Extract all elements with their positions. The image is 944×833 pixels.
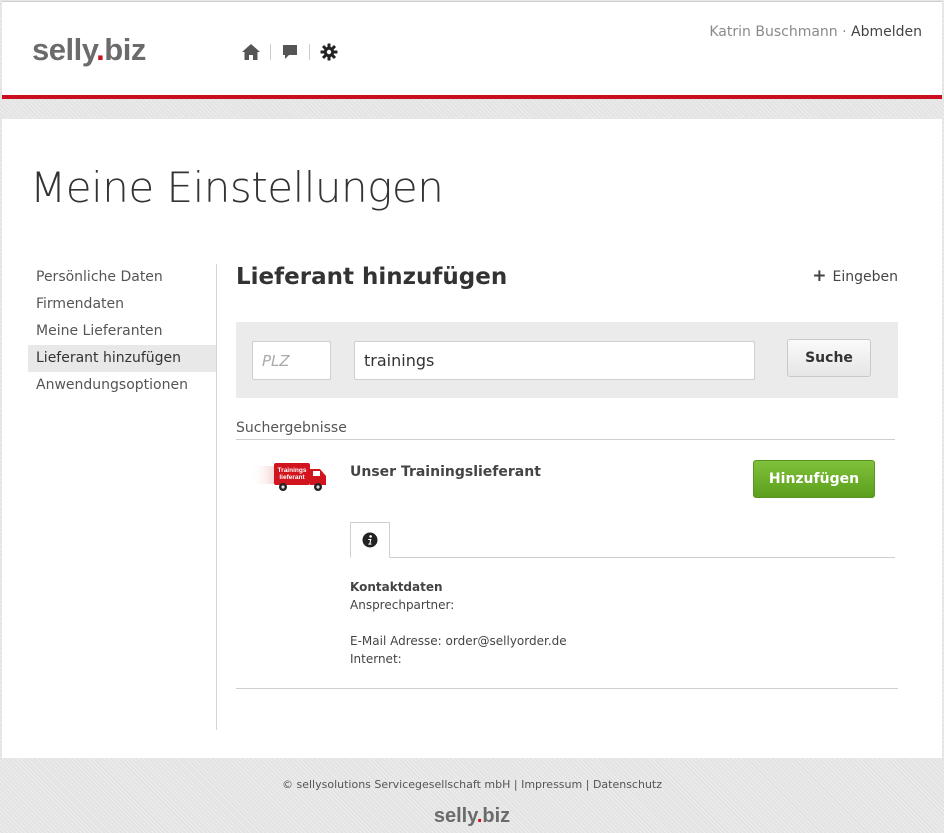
logout-link[interactable]: Abmelden (851, 24, 922, 40)
contact-internet: Internet: (350, 652, 402, 666)
settings-sidebar: Persönliche Daten Firmendaten Meine Lief… (28, 264, 216, 399)
footer-impressum-link[interactable]: Impressum (521, 778, 582, 791)
enter-supplier-link[interactable]: + Eingeben (812, 268, 898, 285)
sidebar-item-lieferant-hinzufuegen[interactable]: Lieferant hinzufügen (28, 345, 216, 372)
contact-heading: Kontaktdaten (350, 580, 443, 594)
tab-info[interactable] (350, 522, 390, 558)
svg-text:lieferant: lieferant (279, 474, 305, 481)
supplier-name[interactable]: Unser Trainingslieferant (350, 464, 541, 480)
home-icon[interactable] (240, 42, 262, 62)
results-divider (236, 439, 895, 440)
results-label: Suchergebnisse (236, 420, 347, 436)
header-icon-bar (240, 42, 340, 62)
footer-logo-left: selly (433, 805, 477, 827)
plus-icon: + (812, 266, 827, 286)
logo-text-right: biz (104, 32, 146, 67)
svg-text:Trainings: Trainings (278, 467, 307, 474)
add-supplier-button[interactable]: Hinzufügen (753, 460, 875, 498)
sidebar-item-meine-lieferanten[interactable]: Meine Lieferanten (28, 318, 216, 345)
info-icon (362, 532, 378, 548)
footer-sep: | (585, 778, 590, 791)
gear-icon[interactable] (318, 42, 340, 62)
chat-icon[interactable] (279, 42, 301, 62)
footer-logo-right: biz (482, 805, 511, 827)
top-header: selly.biz Katrin Buschmann · Abmelden (2, 1, 942, 99)
sidebar-item-anwendungsoptionen[interactable]: Anwendungsoptionen (28, 372, 216, 399)
footer-links: © sellysolutions Servicegesellschaft mbH… (0, 778, 944, 791)
user-area: Katrin Buschmann · Abmelden (709, 24, 922, 40)
tabs-divider (350, 557, 895, 558)
contact-details: Kontaktdaten Ansprechpartner: E-Mail Adr… (350, 578, 567, 668)
plz-input[interactable] (252, 341, 331, 380)
search-panel: Suche (236, 322, 898, 398)
contact-email: E-Mail Adresse: order@sellyorder.de (350, 634, 567, 648)
page-title: Meine Einstellungen (30, 163, 444, 212)
footer-logo: selly.biz (0, 805, 944, 828)
section-title: Lieferant hinzufügen (236, 264, 508, 290)
sidebar-item-firmendaten[interactable]: Firmendaten (28, 291, 216, 318)
supplier-truck-logo: Trainings lieferant (250, 460, 330, 498)
header-icon-divider (270, 44, 271, 60)
supplier-search-input[interactable] (354, 341, 755, 380)
enter-link-label: Eingeben (832, 268, 898, 285)
selly-biz-logo[interactable]: selly.biz (32, 32, 146, 68)
sidebar-divider (216, 264, 217, 730)
main-card: Meine Einstellungen Persönliche Daten Fi… (2, 119, 942, 758)
header-icon-divider (309, 44, 310, 60)
logo-text-left: selly (32, 32, 97, 67)
user-separator: · (842, 24, 847, 40)
result-divider (236, 688, 898, 689)
footer-copyright: © sellysolutions Servicegesellschaft mbH (281, 778, 511, 791)
search-button[interactable]: Suche (787, 339, 871, 377)
sidebar-item-persoenliche-daten[interactable]: Persönliche Daten (28, 264, 216, 291)
search-result-item: Trainings lieferant Unser Trainingsliefe… (236, 454, 898, 690)
user-name[interactable]: Katrin Buschmann (709, 24, 837, 40)
footer-sep: | (513, 778, 518, 791)
contact-person: Ansprechpartner: (350, 598, 455, 612)
footer-datenschutz-link[interactable]: Datenschutz (593, 778, 662, 791)
